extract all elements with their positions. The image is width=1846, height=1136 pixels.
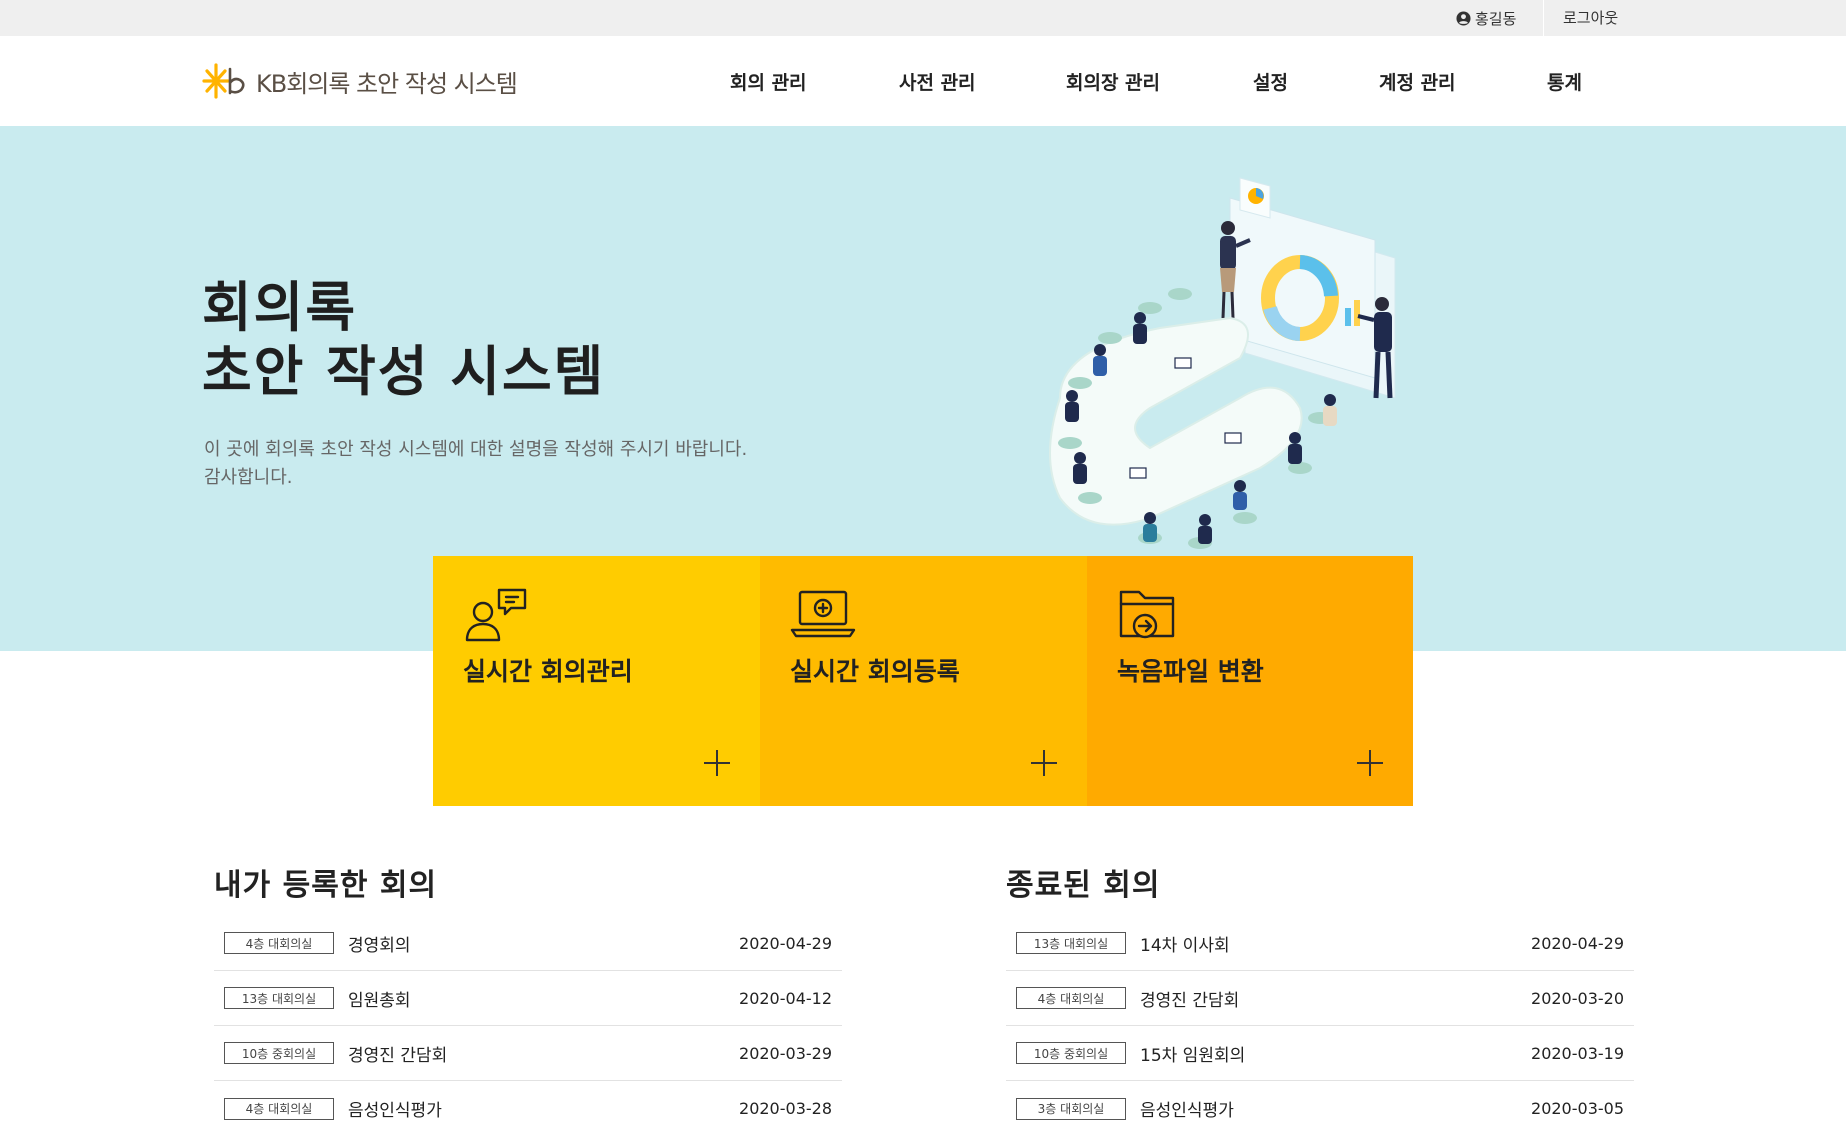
- tile-realtime-meeting-management[interactable]: 실시간 회의관리: [433, 556, 760, 806]
- meeting-list: 13층 대회의실 14차 이사회 2020-04-29 4층 대회의실 경영진 …: [1006, 916, 1634, 1136]
- room-badge: 3층 대회의실: [1016, 1097, 1126, 1120]
- tile-label: 녹음파일 변환: [1117, 657, 1264, 686]
- my-meetings-section: 내가 등록한 회의 4층 대회의실 경영회의 2020-04-29 13층 대회…: [214, 860, 842, 1136]
- room-badge: 4층 대회의실: [224, 1097, 334, 1120]
- meeting-title: 15차 임원회의: [1140, 1045, 1246, 1066]
- room-badge: 10층 중회의실: [224, 1042, 334, 1064]
- meeting-title: 14차 이사회: [1140, 935, 1230, 956]
- ended-meetings-section: 종료된 회의 13층 대회의실 14차 이사회 2020-04-29 4층 대회…: [1006, 860, 1634, 1136]
- room-badge: 13층 대회의실: [1016, 932, 1126, 954]
- quick-menu-tiles: 실시간 회의관리 실시간 회의등록 녹음파일 변환: [433, 556, 1413, 806]
- meeting-date: 2020-03-19: [1531, 1043, 1624, 1063]
- room-badge: 4층 대회의실: [224, 932, 334, 954]
- hero-title-line2: 초안 작성 시스템: [202, 340, 606, 403]
- nav-venue-management[interactable]: 회의장 관리: [1066, 68, 1160, 95]
- user-name: 홍길동: [1475, 9, 1517, 28]
- room-badge: 4층 대회의실: [1016, 987, 1126, 1009]
- hero-description: 이 곳에 회의록 초안 작성 시스템에 대한 설명을 작성해 주시기 바랍니다.…: [204, 436, 747, 492]
- room-badge: 13층 대회의실: [224, 987, 334, 1009]
- tile-label: 실시간 회의관리: [463, 657, 633, 686]
- section-title: 내가 등록한 회의: [214, 868, 438, 903]
- section-title: 종료된 회의: [1006, 868, 1161, 903]
- meeting-row[interactable]: 3층 대회의실 음성인식평가 2020-03-05: [1006, 1081, 1634, 1136]
- meeting-row[interactable]: 10층 중회의실 15차 임원회의 2020-03-19: [1006, 1026, 1634, 1081]
- meeting-title: 경영회의: [348, 935, 411, 956]
- folder-arrow-icon: [1119, 590, 1175, 639]
- meeting-row[interactable]: 10층 중회의실 경영진 간담회 2020-03-29: [214, 1026, 842, 1081]
- meeting-date: 2020-04-29: [1531, 933, 1624, 953]
- hero-desc-line1: 이 곳에 회의록 초안 작성 시스템에 대한 설명을 작성해 주시기 바랍니다.: [204, 439, 748, 460]
- meeting-date: 2020-04-12: [739, 988, 832, 1008]
- hero-title: 회의록 초안 작성 시스템: [202, 276, 605, 404]
- nav-statistics[interactable]: 통계: [1547, 68, 1582, 95]
- meeting-date: 2020-03-20: [1531, 988, 1624, 1008]
- meeting-title: 음성인식평가: [1140, 1101, 1234, 1121]
- meeting-date: 2020-04-29: [739, 933, 832, 953]
- nav-settings[interactable]: 설정: [1253, 68, 1288, 95]
- top-utility-bar: 홍길동 로그아웃: [0, 0, 1846, 36]
- user-menu[interactable]: 홍길동: [1456, 0, 1516, 36]
- nav-account-management[interactable]: 계정 관리: [1379, 68, 1456, 95]
- meeting-title: 경영진 간담회: [1140, 990, 1240, 1011]
- tile-label: 실시간 회의등록: [790, 657, 960, 686]
- meeting-row[interactable]: 13층 대회의실 임원총회 2020-04-12: [214, 971, 842, 1026]
- meeting-row[interactable]: 4층 대회의실 경영진 간담회 2020-03-20: [1006, 971, 1634, 1026]
- plus-icon: [1031, 750, 1057, 776]
- meeting-date: 2020-03-05: [1531, 1099, 1624, 1118]
- tile-audio-file-conversion[interactable]: 녹음파일 변환: [1087, 556, 1413, 806]
- tile-realtime-meeting-registration[interactable]: 실시간 회의등록: [760, 556, 1087, 806]
- logo-text: KB회의록 초안 작성 시스템: [256, 69, 518, 98]
- nav-dictionary-management[interactable]: 사전 관리: [899, 68, 976, 95]
- meeting-date: 2020-03-29: [739, 1043, 832, 1063]
- nav-meeting-management[interactable]: 회의 관리: [730, 68, 807, 95]
- laptop-plus-icon: [790, 590, 856, 638]
- meeting-title: 음성인식평가: [348, 1101, 442, 1121]
- meeting-list: 4층 대회의실 경영회의 2020-04-29 13층 대회의실 임원총회 20…: [214, 916, 842, 1136]
- user-icon: [1456, 10, 1471, 26]
- person-chat-icon: [465, 588, 527, 642]
- meeting-row[interactable]: 13층 대회의실 14차 이사회 2020-04-29: [1006, 916, 1634, 971]
- topbar-divider: [1543, 0, 1544, 36]
- kb-star-logo-icon: [202, 63, 245, 99]
- meeting-title: 경영진 간담회: [348, 1045, 448, 1066]
- main-header: KB회의록 초안 작성 시스템 회의 관리 사전 관리 회의장 관리 설정 계정…: [0, 36, 1846, 126]
- room-badge: 10층 중회의실: [1016, 1042, 1126, 1064]
- logo[interactable]: KB회의록 초안 작성 시스템: [202, 61, 518, 101]
- meeting-row[interactable]: 4층 대회의실 경영회의 2020-04-29: [214, 916, 842, 971]
- meeting-title: 임원총회: [348, 990, 411, 1011]
- meeting-row[interactable]: 4층 대회의실 음성인식평가 2020-03-28: [214, 1081, 842, 1136]
- hero-desc-line2: 감사합니다.: [204, 467, 293, 488]
- meeting-illustration: [1049, 177, 1396, 549]
- meeting-date: 2020-03-28: [739, 1099, 832, 1118]
- logout-link[interactable]: 로그아웃: [1563, 0, 1618, 36]
- plus-icon: [704, 750, 730, 776]
- hero-title-line1: 회의록: [202, 276, 358, 339]
- plus-icon: [1357, 750, 1383, 776]
